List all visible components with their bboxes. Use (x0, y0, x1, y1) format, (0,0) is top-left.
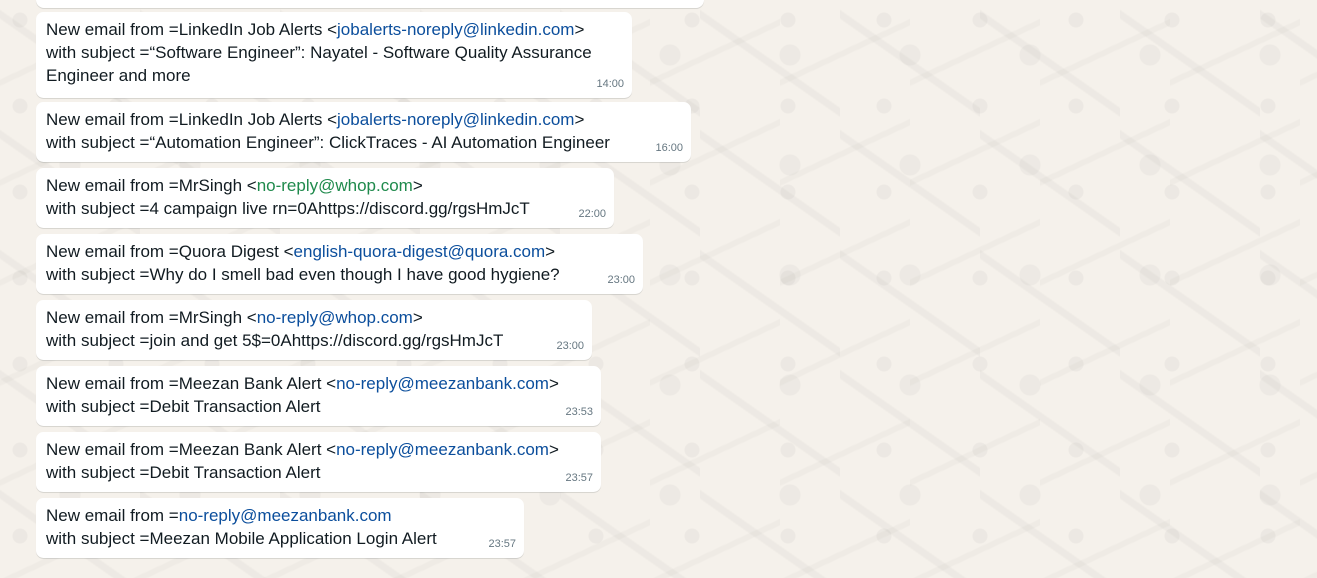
previous-message-bubble (36, 0, 704, 8)
message-line-from: New email from =MrSingh <no-reply@whop.c… (46, 176, 423, 195)
email-link[interactable]: jobalerts-noreply@linkedin.com (337, 110, 574, 129)
message-line-from: New email from =Quora Digest <english-qu… (46, 242, 556, 261)
message-list[interactable]: New email from =LinkedIn Job Alerts <job… (36, 0, 1317, 578)
message-line-subject: with subject =“Software Engineer”: Nayat… (46, 43, 592, 62)
message-timestamp: 23:53 (565, 406, 593, 418)
email-link[interactable]: english-quora-digest@quora.com (294, 242, 546, 261)
message-line-from: New email from =Meezan Bank Alert <no-re… (46, 440, 559, 459)
message-text: New email from =Meezan Bank Alert <no-re… (46, 438, 591, 484)
message-line-from: New email from =Meezan Bank Alert <no-re… (46, 374, 559, 393)
message-timestamp: 22:00 (578, 208, 606, 220)
message-text: New email from =LinkedIn Job Alerts <job… (46, 18, 622, 87)
message-bubble[interactable]: New email from =Quora Digest <english-qu… (36, 234, 643, 294)
message-bubble[interactable]: New email from =Meezan Bank Alert <no-re… (36, 432, 601, 492)
email-link[interactable]: no-reply@whop.com (257, 308, 413, 327)
message-bubble[interactable]: New email from =MrSingh <no-reply@whop.c… (36, 300, 592, 360)
message-bubble[interactable]: New email from =LinkedIn Job Alerts <job… (36, 12, 632, 98)
email-link[interactable]: no-reply@meezanbank.com (336, 374, 549, 393)
message-line-from: New email from =MrSingh <no-reply@whop.c… (46, 308, 423, 327)
email-link[interactable]: no-reply@meezanbank.com (336, 440, 549, 459)
message-timestamp: 14:00 (596, 78, 624, 90)
message-text: New email from =Meezan Bank Alert <no-re… (46, 372, 591, 418)
message-bubble[interactable]: New email from =MrSingh <no-reply@whop.c… (36, 168, 614, 228)
message-bubble[interactable]: New email from =Meezan Bank Alert <no-re… (36, 366, 601, 426)
message-bubble[interactable]: New email from =LinkedIn Job Alerts <job… (36, 102, 691, 162)
message-line-subject: with subject =Debit Transaction Alert (46, 463, 321, 482)
email-link[interactable]: no-reply@meezanbank.com (179, 506, 392, 525)
message-line-from: New email from =LinkedIn Job Alerts <job… (46, 20, 585, 39)
message-line-subject: with subject =“Automation Engineer”: Cli… (46, 133, 610, 152)
message-line-subject: with subject =Debit Transaction Alert (46, 397, 321, 416)
message-timestamp: 23:00 (556, 340, 584, 352)
message-timestamp: 23:57 (565, 472, 593, 484)
email-link[interactable]: jobalerts-noreply@linkedin.com (337, 20, 574, 39)
message-timestamp: 16:00 (655, 142, 683, 154)
message-text: New email from =MrSingh <no-reply@whop.c… (46, 306, 582, 352)
message-line-from: New email from =LinkedIn Job Alerts <job… (46, 110, 585, 129)
message-line-subject: with subject =join and get 5$=0Ahttps://… (46, 331, 504, 350)
message-line-subject: with subject =Meezan Mobile Application … (46, 529, 437, 548)
message-timestamp: 23:57 (488, 538, 516, 550)
message-line-subject-continued: Engineer and more (46, 66, 191, 85)
message-line-from: New email from =no-reply@meezanbank.com (46, 506, 392, 525)
message-text: New email from =no-reply@meezanbank.com … (46, 504, 514, 550)
message-line-subject: with subject =Why do I smell bad even th… (46, 265, 560, 284)
message-text: New email from =MrSingh <no-reply@whop.c… (46, 174, 604, 220)
email-link[interactable]: no-reply@whop.com (257, 176, 413, 195)
message-line-subject: with subject =4 campaign live rn=0Ahttps… (46, 199, 530, 218)
message-timestamp: 23:00 (607, 274, 635, 286)
message-text: New email from =Quora Digest <english-qu… (46, 240, 633, 286)
message-text: New email from =LinkedIn Job Alerts <job… (46, 108, 681, 154)
message-bubble[interactable]: New email from =no-reply@meezanbank.com … (36, 498, 524, 558)
